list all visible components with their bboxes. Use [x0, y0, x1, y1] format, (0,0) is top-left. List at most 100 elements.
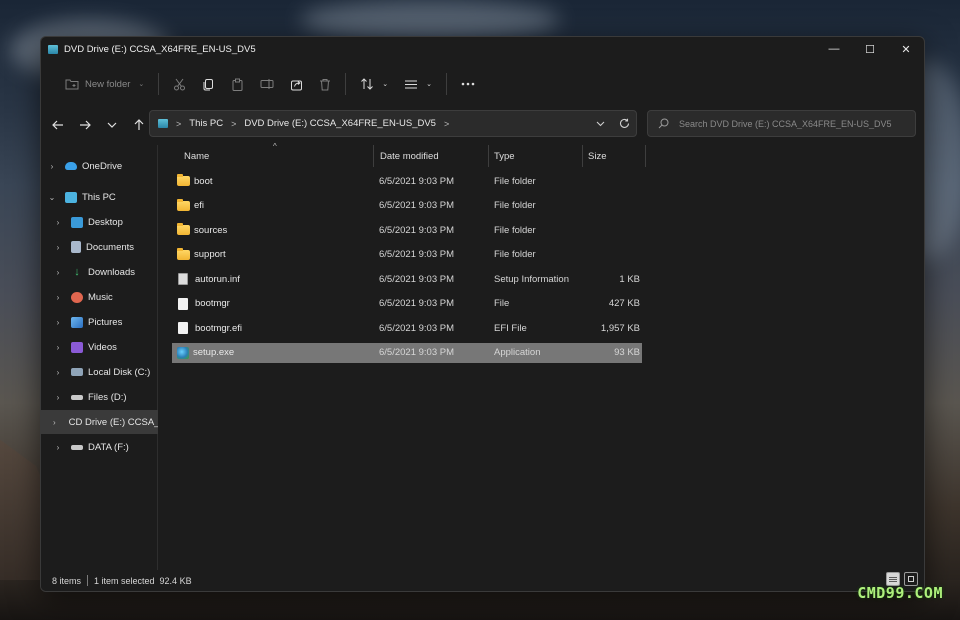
sidebar-item-onedrive[interactable]: › OneDrive [41, 154, 158, 178]
search-box[interactable] [647, 110, 916, 137]
rename-button[interactable] [252, 70, 282, 98]
sidebar-item-music[interactable]: › Music [41, 285, 158, 309]
chevron-right-icon: › [56, 342, 60, 352]
copy-button[interactable] [194, 70, 223, 98]
column-divider[interactable] [645, 145, 646, 167]
sidebar-item-data-f[interactable]: › DATA (F:) [41, 435, 158, 459]
paste-button[interactable] [223, 70, 252, 98]
sidebar-item-label: Videos [88, 341, 117, 353]
back-button[interactable] [45, 112, 71, 138]
minimize-button[interactable]: — [816, 37, 852, 61]
chevron-right-icon: › [56, 392, 60, 402]
search-input[interactable] [679, 118, 899, 129]
chevron-right-icon: > [443, 118, 450, 129]
column-header-name[interactable]: Name [184, 145, 209, 167]
window-title: DVD Drive (E:) CCSA_X64FRE_EN-US_DV5 [64, 43, 256, 55]
share-button[interactable] [282, 70, 311, 98]
chevron-down-icon: ⌄ [426, 81, 433, 88]
new-folder-icon [65, 79, 79, 90]
column-divider[interactable] [582, 145, 583, 167]
file-type: File folder [494, 175, 536, 187]
folder-icon [177, 223, 190, 235]
setup-info-file-icon [178, 273, 188, 285]
file-row[interactable]: efi 6/5/2021 9:03 PM File folder [172, 196, 642, 216]
breadcrumb-this-pc[interactable]: This PC [189, 118, 223, 129]
sidebar-item-pictures[interactable]: › Pictures [41, 310, 158, 334]
documents-icon [71, 241, 81, 253]
sidebar-item-cd-drive-e[interactable]: › CD Drive (E:) CCSA_X64FRE_EN-US_DV5 [41, 410, 158, 434]
file-icon [178, 322, 188, 334]
file-row[interactable]: sources 6/5/2021 9:03 PM File folder [172, 220, 642, 240]
sidebar-item-local-disk-c[interactable]: › Local Disk (C:) [41, 360, 158, 384]
item-count: 8 items [52, 575, 82, 586]
view-button[interactable]: ⌄ [396, 70, 440, 98]
forward-button[interactable] [72, 112, 98, 138]
close-button[interactable]: ✕ [888, 37, 924, 61]
maximize-button[interactable]: ☐ [852, 37, 888, 61]
sidebar-item-downloads[interactable]: › ↓ Downloads [41, 260, 158, 284]
downloads-icon: ↓ [74, 265, 80, 278]
column-header-size[interactable]: Size [588, 145, 606, 167]
column-divider[interactable] [488, 145, 489, 167]
file-name: boot [194, 175, 213, 187]
more-options-button[interactable] [453, 70, 483, 98]
file-row[interactable]: autorun.inf 6/5/2021 9:03 PM Setup Infor… [172, 269, 642, 289]
sidebar-item-label: Downloads [88, 266, 135, 278]
sort-button[interactable]: ⌄ [352, 70, 396, 98]
new-folder-button[interactable]: New folder ⌄ [57, 70, 152, 98]
file-date: 6/5/2021 9:03 PM [379, 175, 454, 187]
file-name: efi [194, 200, 205, 211]
file-type: File [494, 298, 510, 309]
breadcrumb-dvd-drive[interactable]: DVD Drive (E:) CCSA_X64FRE_EN-US_DV5 [244, 118, 436, 129]
desktop-icon [71, 216, 83, 228]
sidebar-item-label: Local Disk (C:) [88, 366, 151, 378]
sidebar-item-label: Pictures [88, 316, 123, 328]
status-divider [87, 575, 89, 586]
file-row[interactable]: bootmgr.efi 6/5/2021 9:03 PM EFI File 1,… [172, 318, 642, 338]
sidebar-item-videos[interactable]: › Videos [41, 335, 158, 359]
file-name: setup.exe [193, 347, 235, 358]
chevron-right-icon: › [56, 442, 60, 452]
watermark-logo: CMD99.COM [857, 584, 943, 602]
chevron-right-icon: > [231, 118, 237, 129]
navigation-bar: > This PC > DVD Drive (E:) CCSA_X64FRE_E… [41, 107, 924, 143]
file-explorer-window: DVD Drive (E:) CCSA_X64FRE_EN-US_DV5 — ☐… [40, 36, 925, 592]
refresh-icon[interactable] [619, 118, 630, 129]
sidebar-item-desktop[interactable]: › Desktop [41, 210, 158, 234]
sidebar-item-this-pc[interactable]: ⌄ This PC [41, 185, 158, 209]
cloud-icon [65, 162, 77, 170]
background-cloud [300, 0, 560, 40]
file-row-selected[interactable]: setup.exe 6/5/2021 9:03 PM Application 9… [172, 342, 642, 363]
status-bar: 8 items 1 item selected 92.4 KB [41, 570, 924, 591]
address-actions [596, 111, 630, 136]
command-bar: New folder ⌄ ⌄ ⌄ [41, 61, 924, 107]
sidebar-item-label: CD Drive (E:) CCSA_X64FRE_EN-US_DV5 [68, 416, 158, 428]
file-size: 427 KB [608, 298, 640, 309]
column-header-type[interactable]: Type [494, 145, 515, 167]
chevron-right-icon: › [50, 161, 54, 171]
search-icon [658, 118, 669, 129]
column-header-date[interactable]: Date modified [380, 145, 439, 167]
file-row[interactable]: boot 6/5/2021 9:03 PM File folder [172, 171, 642, 191]
column-divider[interactable] [373, 145, 374, 167]
sidebar-item-files-d[interactable]: › Files (D:) [41, 385, 158, 409]
cut-icon [174, 78, 186, 90]
sidebar-item-label: Files (D:) [88, 391, 127, 403]
file-size: 1 KB [619, 273, 640, 285]
recent-locations-button[interactable] [99, 112, 125, 138]
address-bar[interactable]: > This PC > DVD Drive (E:) CCSA_X64FRE_E… [149, 110, 637, 137]
file-date: 6/5/2021 9:03 PM [379, 298, 454, 309]
chevron-down-icon: ⌄ [48, 192, 56, 202]
sidebar-item-label: DATA (F:) [88, 441, 129, 453]
title-bar[interactable]: DVD Drive (E:) CCSA_X64FRE_EN-US_DV5 — ☐… [41, 37, 924, 61]
file-row[interactable]: support 6/5/2021 9:03 PM File folder [172, 245, 642, 265]
delete-button[interactable] [311, 70, 339, 98]
sort-ascending-icon: ^ [273, 142, 277, 151]
file-name: bootmgr [195, 298, 230, 309]
file-row[interactable]: bootmgr 6/5/2021 9:03 PM File 427 KB [172, 294, 642, 314]
sidebar-item-documents[interactable]: › Documents [41, 235, 158, 259]
chevron-down-icon[interactable] [596, 121, 605, 127]
cut-button[interactable] [165, 70, 194, 98]
file-name: bootmgr.efi [195, 322, 242, 334]
window-controls: — ☐ ✕ [816, 37, 924, 61]
